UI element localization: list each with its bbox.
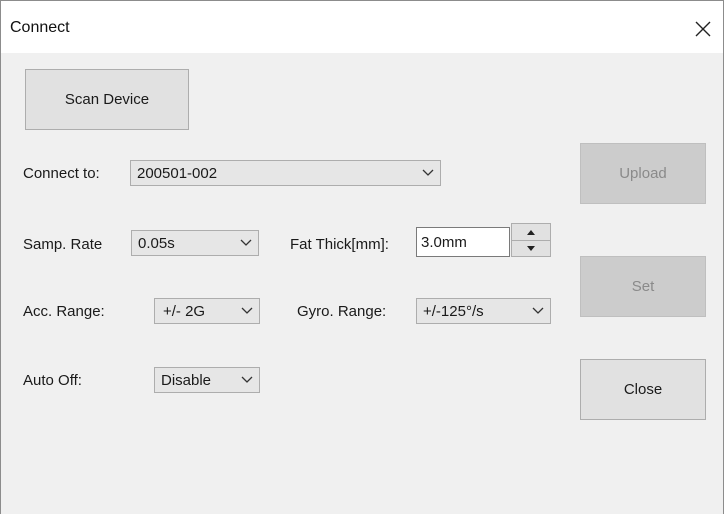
scan-device-button[interactable]: Scan Device	[25, 69, 189, 130]
chevron-down-icon	[234, 231, 258, 255]
dialog-title: Connect	[10, 19, 70, 36]
acc-range-value: +/- 2G	[163, 302, 206, 320]
upload-button[interactable]: Upload	[580, 143, 706, 204]
acc-range-select[interactable]: +/- 2G	[154, 298, 260, 324]
set-button[interactable]: Set	[580, 256, 706, 317]
auto-off-select[interactable]: Disable	[154, 367, 260, 393]
chevron-down-icon	[235, 368, 259, 392]
auto-off-label: Auto Off:	[23, 372, 82, 389]
connect-dialog: Connect Scan Device Connect to: 200501-0…	[0, 0, 724, 514]
spin-down-icon[interactable]	[512, 240, 550, 256]
fat-thick-value: 3.0mm	[421, 233, 467, 251]
connect-to-value: 200501-002	[137, 164, 218, 182]
connect-to-select[interactable]: 200501-002	[130, 160, 441, 186]
fat-thick-label: Fat Thick[mm]:	[290, 236, 389, 253]
gyro-range-value: +/-125°/s	[423, 302, 484, 320]
dialog-body: Scan Device Connect to: 200501-002 Samp.…	[1, 53, 723, 514]
gyro-range-select[interactable]: +/-125°/s	[416, 298, 551, 324]
chevron-down-icon	[526, 299, 550, 323]
auto-off-value: Disable	[161, 371, 212, 389]
title-bar: Connect	[1, 1, 723, 53]
gyro-range-label: Gyro. Range:	[297, 303, 387, 320]
spin-up-icon[interactable]	[512, 224, 550, 241]
chevron-down-icon	[416, 161, 440, 185]
acc-range-label: Acc. Range:	[23, 303, 105, 320]
fat-thick-field[interactable]: 3.0mm	[416, 227, 510, 257]
samp-rate-select[interactable]: 0.05s	[131, 230, 259, 256]
fat-thick-spinner[interactable]	[511, 223, 551, 257]
samp-rate-label: Samp. Rate	[23, 236, 103, 253]
chevron-down-icon	[235, 299, 259, 323]
connect-to-label: Connect to:	[23, 165, 100, 182]
close-button[interactable]: Close	[580, 359, 706, 420]
close-icon[interactable]	[689, 15, 717, 43]
samp-rate-value: 0.05s	[138, 234, 175, 252]
